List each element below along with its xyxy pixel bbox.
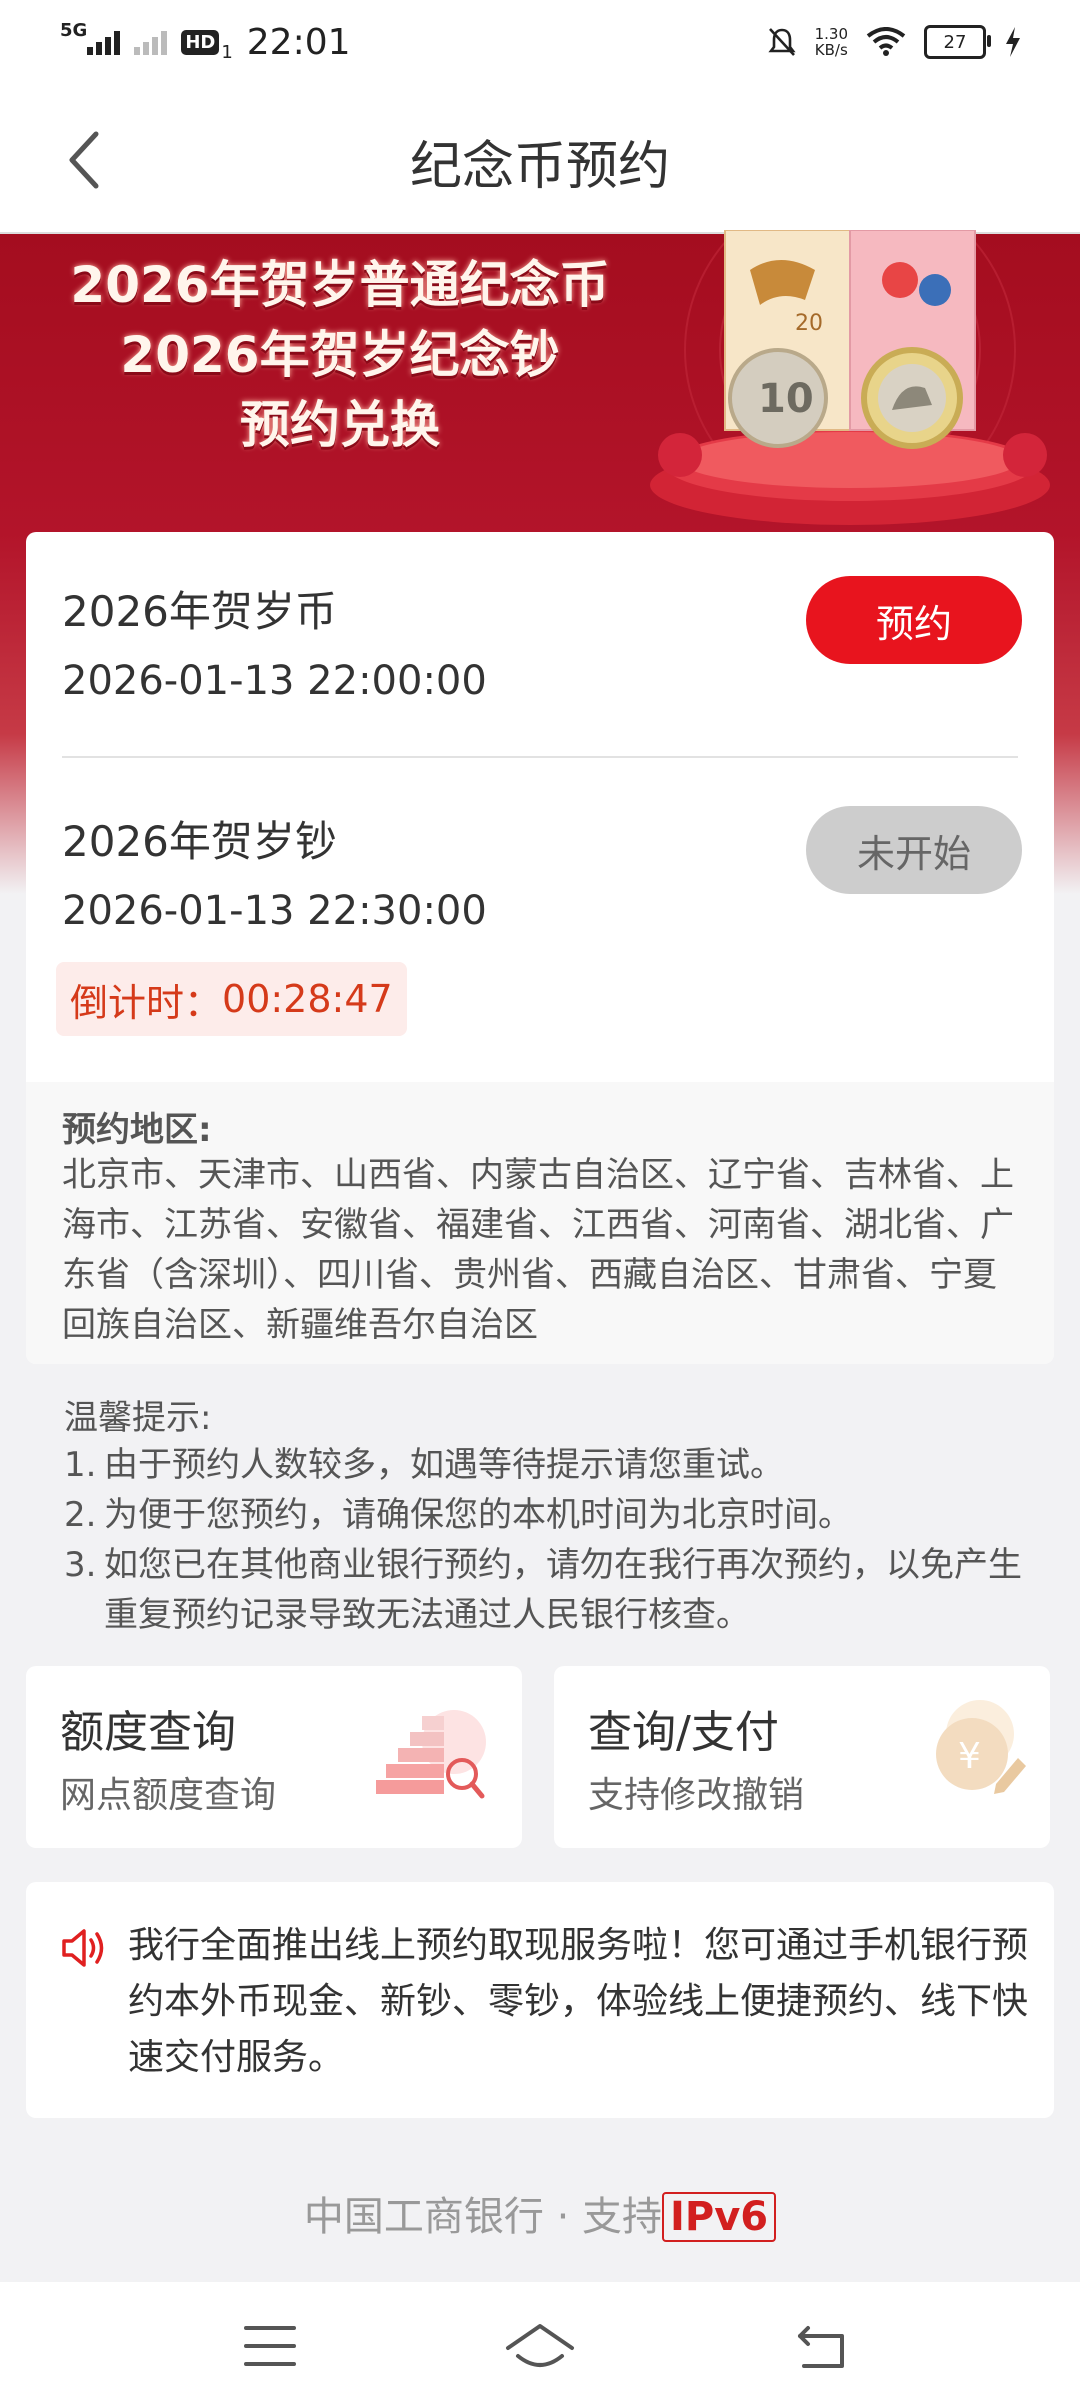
reservation-title-coin: 2026年贺岁币	[62, 587, 337, 636]
speed-unit: KB/s	[814, 41, 848, 59]
banner-line-3: 预约兑换	[240, 396, 440, 454]
coin-display-illustration: 20 10	[650, 230, 1050, 525]
tip-number: 1.	[64, 1445, 97, 1485]
hd-badge: HD	[181, 29, 220, 55]
banner-text: 2026年贺岁普通纪念币 2026年贺岁纪念钞 预约兑换	[40, 250, 640, 460]
network-type: 5G	[60, 19, 88, 41]
tips-list: 1. 由于预约人数较多，如遇等待提示请您重试。 2. 为便于您预约，请确保您的本…	[64, 1440, 1024, 1640]
countdown-label: 倒计时：	[70, 980, 223, 1025]
back-nav-icon[interactable]	[794, 2322, 850, 2372]
reservation-time-coin: 2026-01-13 22:00:00	[62, 658, 487, 704]
tip-text: 为便于您预约，请确保您的本机时间为北京时间。	[104, 1495, 852, 1535]
banner-line-1: 2026年贺岁普通纪念币	[70, 256, 610, 314]
speaker-icon	[62, 1929, 104, 1967]
page-title: 纪念币预约	[409, 137, 670, 197]
quota-chart-icon	[376, 1710, 486, 1799]
quota-query-card[interactable]: 额度查询 网点额度查询	[26, 1666, 522, 1848]
banknote-denomination: 20	[795, 311, 823, 336]
yuan-coin-pen-icon: ¥	[936, 1700, 1026, 1794]
query-pay-subtitle: 支持修改撤销	[588, 1775, 805, 1816]
battery-level: 27	[943, 31, 967, 53]
reservation-time-note: 2026-01-13 22:30:00	[62, 888, 487, 934]
reservation-title-note: 2026年贺岁钞	[62, 817, 337, 866]
ipv6-badge: IPv6	[662, 2192, 777, 2242]
system-navigation-bar	[0, 2282, 1080, 2408]
query-pay-title: 查询/支付	[588, 1707, 779, 1758]
quota-query-title: 额度查询	[60, 1707, 236, 1758]
tip-text: 由于预约人数较多，如遇等待提示请您重试。	[104, 1445, 784, 1485]
wifi-icon	[866, 27, 906, 56]
footer-text: 中国工商银行 · 支持	[303, 2194, 663, 2240]
banner-line-2: 2026年贺岁纪念钞	[120, 326, 560, 384]
reservation-card: 2026年贺岁币 2026-01-13 22:00:00 预约 2026年贺岁钞…	[26, 532, 1054, 1364]
tip-text: 如您已在其他商业银行预约，请勿在我行再次预约，以免产生重复预约记录导致无法通过人…	[104, 1545, 1022, 1635]
signal-2-icon	[134, 29, 168, 55]
tip-item: 1. 由于预约人数较多，如遇等待提示请您重试。	[64, 1440, 1024, 1490]
status-right: 1.30 KB/s 27	[767, 16, 1022, 68]
region-label: 预约地区:	[62, 1110, 212, 1150]
battery-icon: 27	[924, 25, 991, 59]
status-bar: 5G HD 1 22:01 1.30 KB/s 27	[0, 0, 1080, 84]
divider	[62, 756, 1018, 758]
speed-value: 1.30	[814, 25, 848, 43]
announcement-card[interactable]: 我行全面推出线上预约取现服务啦！您可通过手机银行预约本外币现金、新钞、零钞，体验…	[26, 1882, 1054, 2118]
tip-item: 2. 为便于您预约，请确保您的本机时间为北京时间。	[64, 1490, 1024, 1540]
reserve-button[interactable]: 预约	[806, 576, 1022, 664]
region-list: 北京市、天津市、山西省、内蒙古自治区、辽宁省、吉林省、上海市、江苏省、安徽省、福…	[62, 1155, 1014, 1345]
query-pay-card[interactable]: 查询/支付 支持修改撤销 ¥	[554, 1666, 1050, 1848]
sim-slot: 1	[221, 41, 233, 63]
svg-text:¥: ¥	[958, 1736, 981, 1777]
network-speed: 1.30 KB/s	[815, 26, 848, 58]
tips-title: 温馨提示:	[64, 1398, 212, 1438]
charging-icon	[1006, 27, 1020, 57]
not-started-button: 未开始	[806, 806, 1022, 894]
coin-denomination: 10	[758, 376, 814, 422]
status-left: 5G HD 1 22:01	[60, 14, 351, 70]
signal-icon	[87, 29, 121, 55]
status-time: 22:01	[246, 21, 351, 63]
tip-number: 2.	[64, 1495, 97, 1535]
countdown-value: 00:28:47	[222, 977, 393, 1021]
quota-query-subtitle: 网点额度查询	[60, 1775, 277, 1816]
tip-item: 3. 如您已在其他商业银行预约，请勿在我行再次预约，以免产生重复预约记录导致无法…	[64, 1540, 1024, 1640]
countdown-badge: 倒计时： 00:28:47	[56, 962, 407, 1036]
announcement-text: 我行全面推出线上预约取现服务啦！您可通过手机银行预约本外币现金、新钞、零钞，体验…	[128, 1925, 1029, 2078]
menu-icon[interactable]	[242, 2322, 298, 2370]
footer: 中国工商银行 · 支持 IPv6	[0, 2184, 1080, 2242]
tip-number: 3.	[64, 1545, 97, 1585]
region-section: 预约地区: 北京市、天津市、山西省、内蒙古自治区、辽宁省、吉林省、上海市、江苏省…	[26, 1082, 1054, 1364]
home-icon[interactable]	[504, 2322, 576, 2372]
navigation-bar: 纪念币预约	[0, 84, 1080, 234]
mute-icon	[767, 28, 796, 56]
